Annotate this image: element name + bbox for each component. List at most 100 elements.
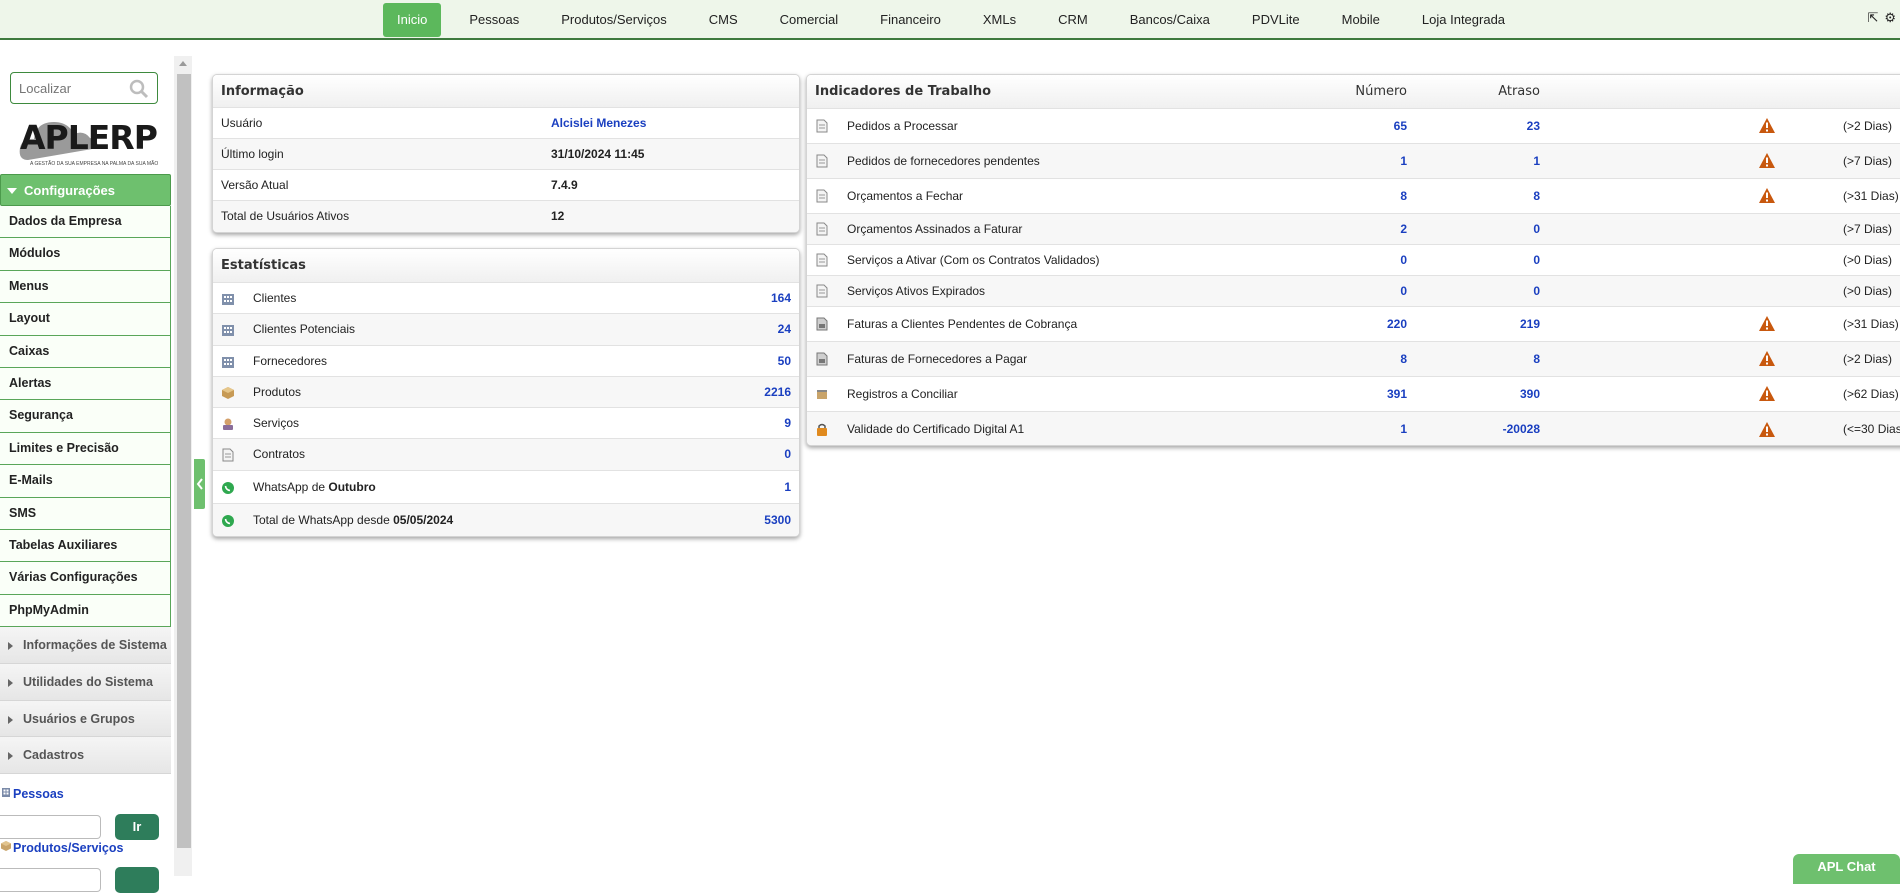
indicator-number[interactable]: 220 xyxy=(1387,307,1407,342)
logout-icon[interactable]: ⇱ xyxy=(1867,10,1878,26)
whatsapp-month: Outubro xyxy=(328,479,376,494)
menu-item-limites-e-precisao[interactable]: Limites e Precisão xyxy=(0,432,171,466)
whatsapp-since-date: 05/05/2024 xyxy=(393,512,454,527)
indicator-delay[interactable]: 0 xyxy=(1533,214,1540,245)
scroll-up-icon[interactable] xyxy=(179,61,187,66)
menu-item-varias-configuracoes[interactable]: Várias Configurações xyxy=(0,562,171,595)
nav-produtos-servicos[interactable]: Produtos/Serviços xyxy=(547,3,681,37)
indicator-number[interactable]: 8 xyxy=(1400,342,1407,377)
indicator-delay[interactable]: 1 xyxy=(1533,144,1540,179)
products-search-input[interactable] xyxy=(0,868,101,892)
indicator-number[interactable]: 1 xyxy=(1400,412,1407,445)
invoice-icon xyxy=(816,317,828,331)
indicator-delay[interactable]: 219 xyxy=(1520,307,1540,342)
indicator-number[interactable]: 1 xyxy=(1400,144,1407,179)
nav-mobile[interactable]: Mobile xyxy=(1328,3,1394,37)
menu-group-label: Informações de Sistema xyxy=(23,638,167,653)
menu-group-usuarios-e-grupos[interactable]: Usuários e Grupos xyxy=(0,700,171,738)
go-button[interactable] xyxy=(115,867,159,893)
document-icon xyxy=(816,119,828,133)
indicator-label: Serviços a Ativar (Com os Contratos Vali… xyxy=(847,253,1100,267)
indicator-number[interactable]: 391 xyxy=(1387,377,1407,412)
nav-cms[interactable]: CMS xyxy=(695,3,752,37)
search-icon[interactable] xyxy=(129,79,149,99)
apl-chat-button[interactable]: APL Chat xyxy=(1793,854,1900,884)
indicator-threshold: (>7 Dias) xyxy=(1843,154,1893,168)
indicator-delay[interactable]: 8 xyxy=(1533,179,1540,214)
nav-comercial[interactable]: Comercial xyxy=(766,3,853,37)
quick-link-pessoas[interactable]: Pessoas xyxy=(0,787,174,801)
stats-label: Produtos xyxy=(253,384,302,399)
menu-item-e-mails[interactable]: E-Mails xyxy=(0,465,171,498)
menu-group-configuracoes[interactable]: Configurações xyxy=(0,174,171,206)
stats-count[interactable]: 5300 xyxy=(764,504,791,536)
indicator-delay[interactable]: 0 xyxy=(1533,245,1540,276)
stats-count[interactable]: 9 xyxy=(784,408,791,439)
stats-row: Clientes Potenciais 24 xyxy=(213,314,799,346)
indicator-delay[interactable]: 8 xyxy=(1533,342,1540,377)
nav-crm[interactable]: CRM xyxy=(1044,3,1102,37)
stats-count[interactable]: 164 xyxy=(771,283,791,314)
indicator-label: Orçamentos Assinados a Faturar xyxy=(847,222,1023,236)
stats-count[interactable]: 1 xyxy=(784,471,791,504)
service-icon xyxy=(223,418,233,431)
menu-item-tabelas-auxiliares[interactable]: Tabelas Auxiliares xyxy=(0,529,171,563)
indicator-number[interactable]: 0 xyxy=(1400,245,1407,276)
indicators-list: Pedidos a Processar 65 23 (>2 Dias) Pedidos … xyxy=(807,109,1900,445)
indicator-delay[interactable]: -20028 xyxy=(1503,412,1540,445)
nav-pessoas[interactable]: Pessoas xyxy=(455,3,533,37)
warning-icon xyxy=(1759,118,1775,133)
nav-bancos-caixa[interactable]: Bancos/Caixa xyxy=(1116,3,1224,37)
stats-label: Serviços xyxy=(253,416,300,431)
user-name-link[interactable]: Alcislei Menezes xyxy=(551,108,646,139)
indicator-number[interactable]: 8 xyxy=(1400,179,1407,214)
document-icon xyxy=(816,154,828,168)
people-search-input[interactable] xyxy=(0,815,101,839)
warning-icon xyxy=(1759,421,1775,437)
info-panel: Informação Usuário Alcislei Menezes Últim… xyxy=(212,74,800,233)
indicator-number[interactable]: 0 xyxy=(1400,276,1407,307)
indicator-threshold: (>0 Dias) xyxy=(1843,284,1893,298)
collapse-sidebar-button[interactable] xyxy=(194,459,205,509)
nav-pdvlite[interactable]: PDVLite xyxy=(1238,3,1314,37)
search-input[interactable] xyxy=(11,73,121,103)
menu-group-cadastros[interactable]: Cadastros xyxy=(0,737,171,775)
menu-item-modulos[interactable]: Módulos xyxy=(0,238,171,271)
menu-item-alertas[interactable]: Alertas xyxy=(0,367,171,401)
box-icon xyxy=(222,386,234,399)
menu-item-caixas[interactable]: Caixas xyxy=(0,335,171,368)
indicator-delay[interactable]: 0 xyxy=(1533,276,1540,307)
nav-loja-integrada[interactable]: Loja Integrada xyxy=(1408,3,1519,37)
menu-group-informacoes-de-sistema[interactable]: Informações de Sistema xyxy=(0,627,171,664)
info-label: Último login xyxy=(221,147,284,161)
stats-count[interactable]: 2216 xyxy=(764,377,791,408)
indicator-number[interactable]: 65 xyxy=(1394,109,1407,144)
info-row: Versão Atual 7.4.9 xyxy=(213,170,799,201)
sidebar-scrollbar[interactable] xyxy=(174,56,192,876)
stats-count[interactable]: 50 xyxy=(778,346,791,377)
stats-count[interactable]: 0 xyxy=(784,439,791,470)
indicator-threshold: (>2 Dias) xyxy=(1843,119,1893,133)
panel-title: Estatísticas xyxy=(213,249,799,283)
caret-right-icon xyxy=(8,715,13,724)
quick-link-produtos-servicos[interactable]: Produtos/Serviços xyxy=(0,841,174,855)
panel-title: Informação xyxy=(213,75,799,108)
menu-item-sms[interactable]: SMS xyxy=(0,497,171,530)
go-button[interactable]: Ir xyxy=(115,814,159,840)
indicator-delay[interactable]: 23 xyxy=(1527,109,1540,144)
indicator-number[interactable]: 2 xyxy=(1400,214,1407,245)
menu-item-menus[interactable]: Menus xyxy=(0,270,171,304)
nav-xmls[interactable]: XMLs xyxy=(969,3,1030,37)
menu-item-phpmyadmin[interactable]: PhpMyAdmin xyxy=(0,594,171,628)
indicator-delay[interactable]: 390 xyxy=(1520,377,1540,412)
menu-group-utilidades-do-sistema[interactable]: Utilidades do Sistema xyxy=(0,663,171,701)
menu-item-layout[interactable]: Layout xyxy=(0,303,171,336)
nav-inicio[interactable]: Inicio xyxy=(383,3,442,37)
menu-item-seguranca[interactable]: Segurança xyxy=(0,400,171,433)
scrollbar-thumb[interactable] xyxy=(177,74,191,848)
nav-financeiro[interactable]: Financeiro xyxy=(866,3,955,37)
whatsapp-icon xyxy=(222,481,234,494)
stats-count[interactable]: 24 xyxy=(778,314,791,345)
menu-item-dados-da-empresa[interactable]: Dados da Empresa xyxy=(0,206,171,239)
settings-icon[interactable]: ⚙ xyxy=(1884,10,1896,26)
